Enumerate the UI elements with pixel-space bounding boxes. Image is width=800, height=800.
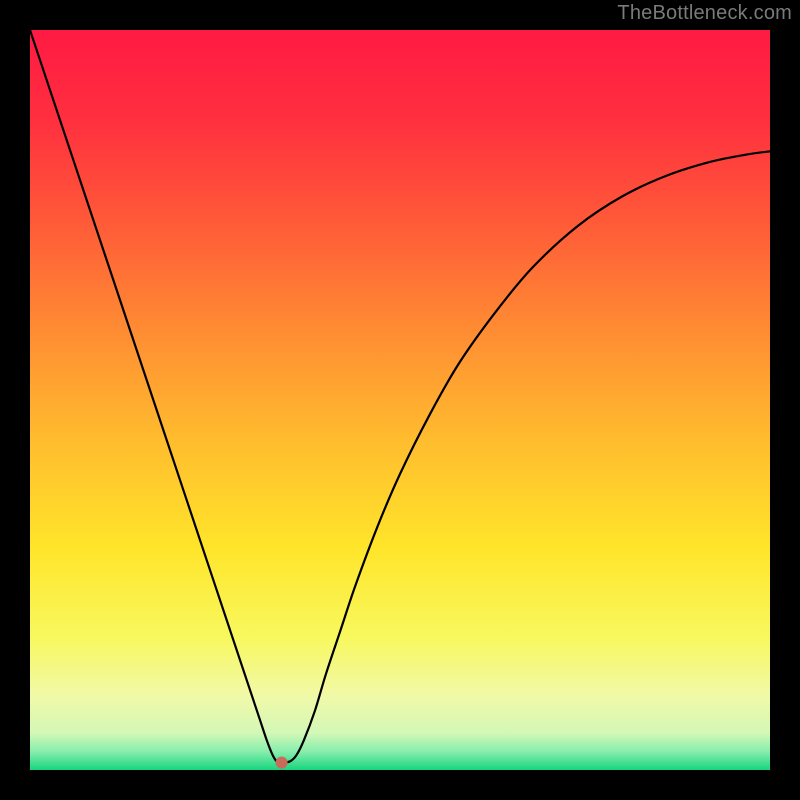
chart-svg xyxy=(30,30,770,770)
gradient-background xyxy=(30,30,770,770)
target-point-marker xyxy=(276,757,288,769)
chart-container: TheBottleneck.com xyxy=(0,0,800,800)
watermark-label: TheBottleneck.com xyxy=(617,2,792,25)
plot-area xyxy=(30,30,770,770)
